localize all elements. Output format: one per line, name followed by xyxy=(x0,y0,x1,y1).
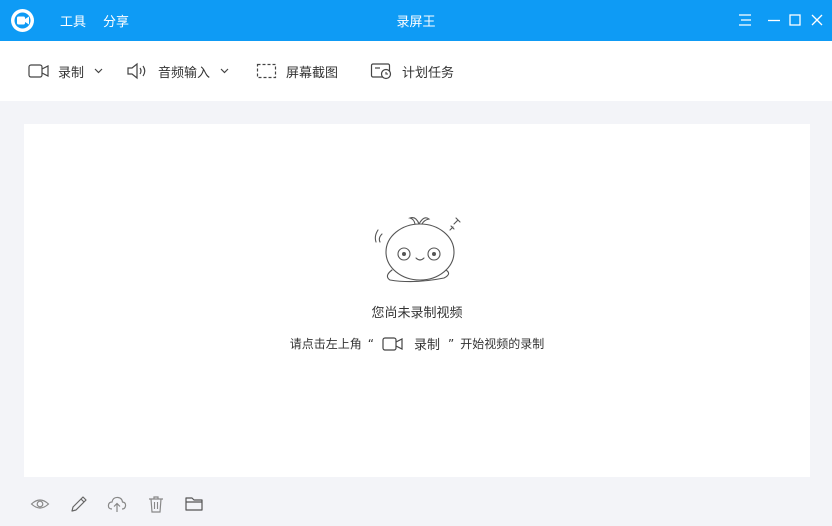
record-button[interactable]: 录制 xyxy=(28,59,103,83)
hint-record-label: 录制 xyxy=(413,338,440,353)
screenshot-crop-icon xyxy=(256,63,277,79)
chevron-down-icon[interactable] xyxy=(220,68,229,74)
folder-icon[interactable] xyxy=(184,494,204,514)
screenshot-label: 屏幕截图 xyxy=(286,65,339,81)
pencil-icon[interactable] xyxy=(69,494,89,514)
speaker-icon xyxy=(127,62,146,80)
scheduled-task-button[interactable]: 计划任务 xyxy=(370,59,454,83)
cloud-upload-icon[interactable] xyxy=(107,494,127,514)
video-camera-icon xyxy=(28,64,49,78)
empty-mascot-illustration xyxy=(374,217,461,283)
empty-state-title: 您尚未录制视频 xyxy=(371,306,463,321)
chevron-down-icon[interactable] xyxy=(94,68,103,74)
scheduled-task-label: 计划任务 xyxy=(402,65,455,81)
minimize-icon[interactable] xyxy=(765,11,783,29)
menu-share[interactable]: 分享 xyxy=(103,11,129,30)
hint-before-text: 请点击左上角 xyxy=(289,337,362,351)
app-logo-icon xyxy=(11,9,34,32)
settings-menu-icon[interactable] xyxy=(736,11,754,29)
close-icon[interactable] xyxy=(808,11,826,29)
title-bar: 工具 分享 录屏王 xyxy=(0,0,832,41)
audio-input-button[interactable]: 音频输入 xyxy=(126,59,229,83)
hint-quote-open: “ xyxy=(367,336,374,351)
video-camera-icon xyxy=(382,336,403,351)
bottom-toolbar xyxy=(0,477,832,526)
screenshot-button[interactable]: 屏幕截图 xyxy=(256,59,338,83)
record-label: 录制 xyxy=(58,65,85,81)
eye-icon[interactable] xyxy=(30,494,50,514)
main-toolbar: 录制 音频输入 屏幕截图 计划任务 xyxy=(0,41,832,101)
recordings-panel: 您尚未录制视频 请点击左上角 “ 录制 ” 开始视频的录制 xyxy=(24,124,810,477)
hint-after-text: 开始视频的录制 xyxy=(460,337,545,351)
empty-state-hint: 请点击左上角 “ 录制 ” 开始视频的录制 xyxy=(24,334,810,354)
schedule-clock-icon xyxy=(370,63,392,80)
trash-icon[interactable] xyxy=(146,494,166,514)
audio-input-label: 音频输入 xyxy=(158,65,211,81)
menu-tools[interactable]: 工具 xyxy=(60,11,86,30)
hint-quote-close: ” xyxy=(448,336,455,351)
maximize-icon[interactable] xyxy=(786,11,804,29)
